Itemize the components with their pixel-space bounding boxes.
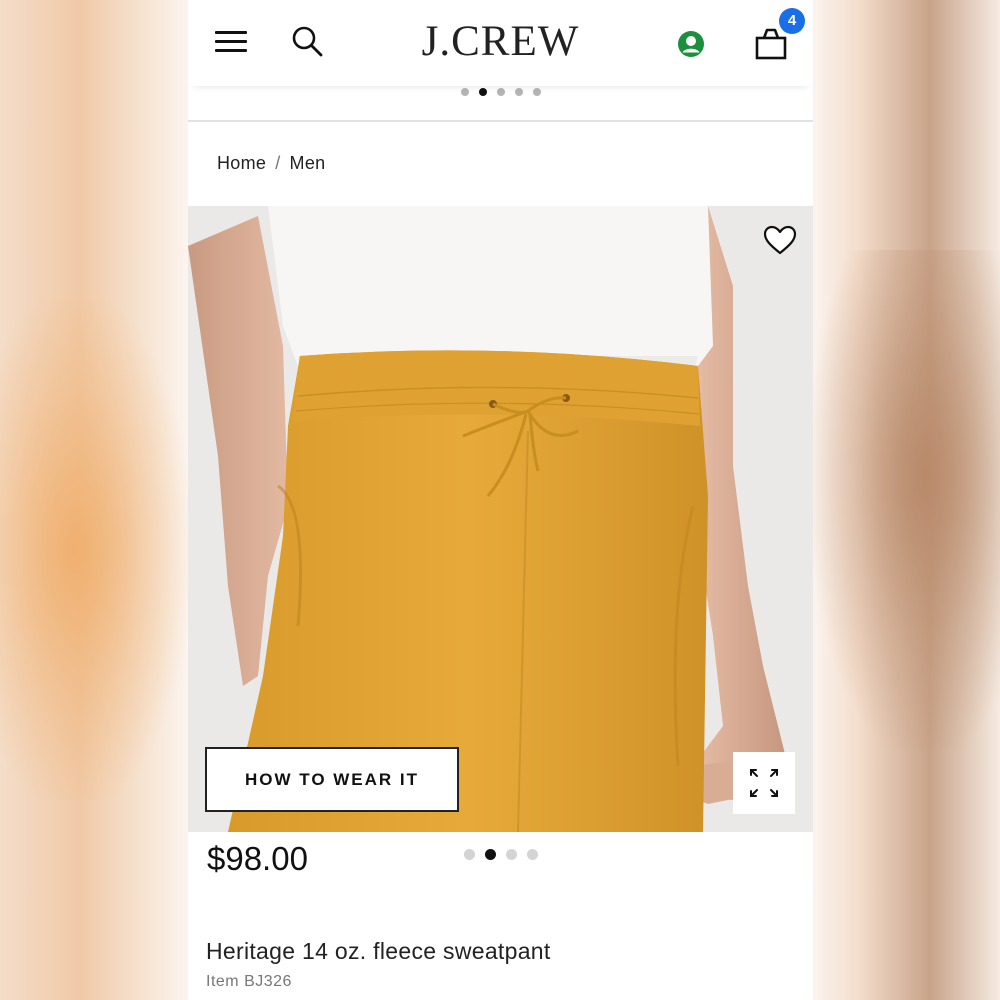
gallery-dots [188, 849, 813, 863]
promo-dot[interactable] [496, 88, 505, 96]
promo-carousel-dots [188, 87, 813, 119]
gallery-dot[interactable] [464, 849, 475, 860]
breadcrumb-separator: / [275, 153, 281, 173]
promo-dot[interactable] [514, 88, 523, 96]
expand-icon[interactable] [733, 752, 795, 814]
breadcrumb: Home / Men [217, 153, 325, 174]
heart-icon[interactable] [762, 224, 798, 256]
brand-logo[interactable]: J.CREW [188, 18, 813, 66]
gallery-dot[interactable] [506, 849, 517, 860]
promo-dot[interactable] [532, 88, 541, 96]
promo-dot[interactable] [478, 88, 487, 96]
bag-count-badge: 4 [779, 8, 805, 34]
product-photo [188, 206, 813, 832]
item-code: Item BJ326 [206, 973, 292, 990]
background-glow-left [0, 300, 188, 800]
breadcrumb-men[interactable]: Men [290, 153, 326, 173]
how-to-wear-button[interactable]: HOW TO WEAR IT [205, 747, 459, 812]
mobile-page: J.CREW 4 Home / Men HOW TO WEAR IT $98.0… [188, 0, 813, 1000]
promo-dot[interactable] [460, 88, 469, 96]
account-icon[interactable] [677, 30, 705, 58]
breadcrumb-home[interactable]: Home [217, 153, 266, 173]
gallery-dot[interactable] [527, 849, 538, 860]
site-header: J.CREW 4 [188, 0, 813, 86]
product-name: Heritage 14 oz. fleece sweatpant [206, 938, 551, 964]
background-glow-right [812, 250, 1000, 750]
gallery-dot[interactable] [485, 849, 496, 860]
product-image[interactable]: HOW TO WEAR IT [188, 206, 813, 832]
divider [188, 120, 813, 122]
